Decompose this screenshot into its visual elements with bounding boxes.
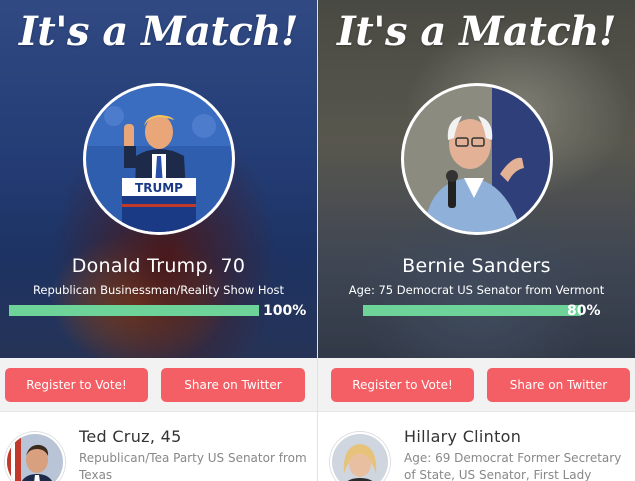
register-to-vote-button[interactable]: Register to Vote!: [331, 368, 474, 402]
hero-section: It's a Match! Bernie Sanders Age: 75 Dem…: [318, 0, 635, 358]
trump-portrait-icon: TRUMP: [86, 86, 232, 232]
register-to-vote-button[interactable]: Register to Vote!: [5, 368, 148, 402]
share-on-twitter-button[interactable]: Share on Twitter: [161, 368, 305, 402]
svg-text:TRUMP: TRUMP: [135, 181, 183, 195]
match-card-left: It's a Match! TRUMP Donald Trump, 70 Rep…: [0, 0, 317, 481]
candidate-description: Age: 75 Democrat US Senator from Vermont: [348, 283, 605, 297]
hero-section: It's a Match! TRUMP Donald Trump, 70 Rep…: [0, 0, 317, 358]
next-candidate-item[interactable]: Hillary Clinton Age: 69 Democrat Former …: [318, 411, 635, 481]
match-title: It's a Match!: [19, 8, 298, 55]
match-progress-bar: [363, 305, 581, 316]
candidate-name: Bernie Sanders: [402, 255, 551, 277]
clinton-portrait-icon: [332, 434, 388, 481]
candidate-name: Donald Trump, 70: [71, 255, 246, 277]
share-on-twitter-button[interactable]: Share on Twitter: [487, 368, 630, 402]
next-candidate-name: Hillary Clinton: [404, 427, 522, 446]
next-candidate-name: Ted Cruz, 45: [79, 427, 182, 446]
candidate-description: Republican Businessman/Reality Show Host: [32, 283, 285, 297]
action-bar: Register to Vote! Share on Twitter: [318, 358, 635, 411]
match-card-right: It's a Match! Bernie Sanders Age: 75 Dem…: [318, 0, 635, 481]
cruz-portrait-icon: [7, 434, 63, 481]
next-candidate-item[interactable]: Ted Cruz, 45 Republican/Tea Party US Sen…: [0, 411, 317, 481]
candidate-photo: TRUMP: [83, 83, 235, 235]
candidate-photo: [401, 83, 553, 235]
match-percent: 100%: [263, 303, 307, 319]
match-title: It's a Match!: [337, 8, 616, 55]
action-bar: Register to Vote! Share on Twitter: [0, 358, 317, 411]
match-progress-bar: [9, 305, 259, 316]
match-percent: 80%: [567, 303, 601, 319]
avatar: [5, 432, 65, 481]
next-candidate-description: Republican/Tea Party US Senator from Tex…: [79, 451, 307, 481]
match-progress-fill: [9, 305, 259, 316]
next-candidate-description: Age: 69 Democrat Former Secretary of Sta…: [404, 451, 622, 481]
sanders-portrait-icon: [404, 86, 550, 232]
avatar: [330, 432, 390, 481]
match-progress-fill: [363, 305, 581, 316]
